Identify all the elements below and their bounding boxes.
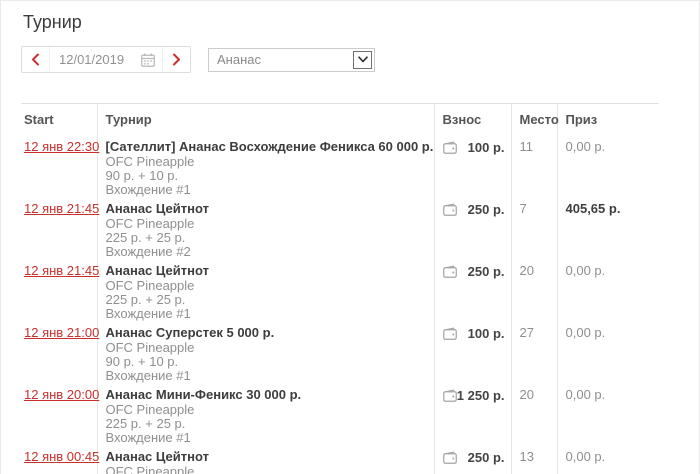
start-time-link[interactable]: 12 янв 20:00 <box>24 387 99 402</box>
wallet-icon <box>442 203 457 216</box>
tournament-table: Start Турнир Взнос Место Приз 12 янв 22:… <box>21 103 659 474</box>
date-input-wrap <box>50 47 162 72</box>
table-row: 12 янв 20:00 Ананас Мини-Феникс 30 000 р… <box>21 382 659 445</box>
header-prize: Приз <box>556 103 659 135</box>
place-value: 20 <box>510 382 557 445</box>
header-start: Start <box>24 111 54 127</box>
start-time-link[interactable]: 12 янв 21:00 <box>24 325 99 340</box>
tournament-entry: Вхождение #1 <box>105 305 191 321</box>
table-row: 12 янв 00:45 Ананас Цейтнот OFC Pineappl… <box>21 444 659 474</box>
tournament-title: Ананас Цейтнот <box>105 449 209 464</box>
place-value: 7 <box>510 196 557 259</box>
game-select-value: Ананас <box>217 52 261 67</box>
date-input[interactable] <box>59 52 141 67</box>
tournament-game: OFC Pineapple <box>105 277 195 293</box>
fee-amount: 100 р. <box>467 139 505 155</box>
wallet-icon <box>442 327 457 340</box>
game-select[interactable]: Ананас <box>208 47 375 72</box>
prize-value: 0,00 р. <box>556 320 659 383</box>
header-tournament: Турнир <box>96 103 434 135</box>
filter-bar: Ананас <box>21 46 699 73</box>
place-value: 11 <box>510 134 557 197</box>
fee-amount: 100 р. <box>467 325 505 341</box>
tournament-entry: Вхождение #1 <box>105 367 191 383</box>
header-fee: Взнос <box>433 103 511 135</box>
place-value: 27 <box>510 320 557 383</box>
chevron-left-icon <box>31 53 40 66</box>
tournament-table-body: 12 янв 22:30 [Сателлит] Ананас Восхожден… <box>21 134 659 474</box>
wallet-icon <box>442 389 457 402</box>
prize-value: 0,00 р. <box>556 382 659 445</box>
tournament-buyin: 225 р. + 25 р. <box>105 291 186 307</box>
prev-day-button[interactable] <box>22 47 50 72</box>
calendar-icon <box>141 53 155 67</box>
wallet-icon <box>442 265 457 278</box>
wallet-icon <box>442 141 457 154</box>
tournament-page: Турнир 12/01/2019 Ананас Start Турнир Вз… <box>0 0 700 474</box>
wallet-icon <box>442 451 457 464</box>
tournament-game: OFC Pineapple <box>105 153 195 169</box>
fee-amount: 250 р. <box>467 449 505 465</box>
tournament-title: Ананас Цейтнот <box>105 263 209 278</box>
prize-value: 0,00 р. <box>556 134 659 197</box>
tournament-entry: Вхождение #2 <box>105 243 191 259</box>
chevron-down-icon <box>353 50 372 69</box>
fee-amount: 250 р. <box>467 201 505 217</box>
table-row: 12 янв 22:30 [Сателлит] Ананас Восхожден… <box>21 134 659 197</box>
table-row: 12 янв 21:45 Ананас Цейтнот OFC Pineappl… <box>21 196 659 259</box>
tournament-entry: Вхождение #1 <box>105 181 191 197</box>
date-picker <box>21 46 191 73</box>
tournament-title: Ананас Цейтнот <box>105 201 209 216</box>
tournament-game: OFC Pineapple <box>105 339 195 355</box>
place-value: 13 <box>510 444 557 474</box>
table-header-row: Start Турнир Взнос Место Приз <box>21 103 659 135</box>
fee-amount: 1 250 р. <box>456 387 505 403</box>
tournament-buyin: 225 р. + 25 р. <box>105 229 186 245</box>
start-time-link[interactable]: 12 янв 22:30 <box>24 139 99 154</box>
start-time-link[interactable]: 12 янв 00:45 <box>24 449 99 464</box>
tournament-game: OFC Pineapple <box>105 215 195 231</box>
start-time-link[interactable]: 12 янв 21:45 <box>24 263 99 278</box>
next-day-button[interactable] <box>162 47 190 72</box>
tournament-entry: Вхождение #1 <box>105 429 191 445</box>
page-title: Турнир <box>23 12 82 32</box>
tournament-game: OFC Pineapple <box>105 463 195 474</box>
tournament-buyin: 90 р. + 10 р. <box>105 353 179 369</box>
fee-amount: 250 р. <box>467 263 505 279</box>
tournament-title: Ананас Мини-Феникс 30 000 р. <box>105 387 302 402</box>
place-value: 20 <box>510 258 557 321</box>
chevron-right-icon <box>172 53 181 66</box>
tournament-game: OFC Pineapple <box>105 401 195 417</box>
table-row: 12 янв 21:45 Ананас Цейтнот OFC Pineappl… <box>21 258 659 321</box>
prize-value: 0,00 р. <box>556 444 659 474</box>
header-place: Место <box>510 103 559 135</box>
tournament-title: Ананас Суперстек 5 000 р. <box>105 325 275 340</box>
tournament-buyin: 90 р. + 10 р. <box>105 167 179 183</box>
tournament-title: [Сателлит] Ананас Восхождение Феникса 60… <box>105 139 434 154</box>
start-time-link[interactable]: 12 янв 21:45 <box>24 201 99 216</box>
prize-value: 0,00 р. <box>556 258 659 321</box>
table-row: 12 янв 21:00 Ананас Суперстек 5 000 р. O… <box>21 320 659 383</box>
tournament-buyin: 225 р. + 25 р. <box>105 415 186 431</box>
prize-value: 405,65 р. <box>556 196 659 259</box>
